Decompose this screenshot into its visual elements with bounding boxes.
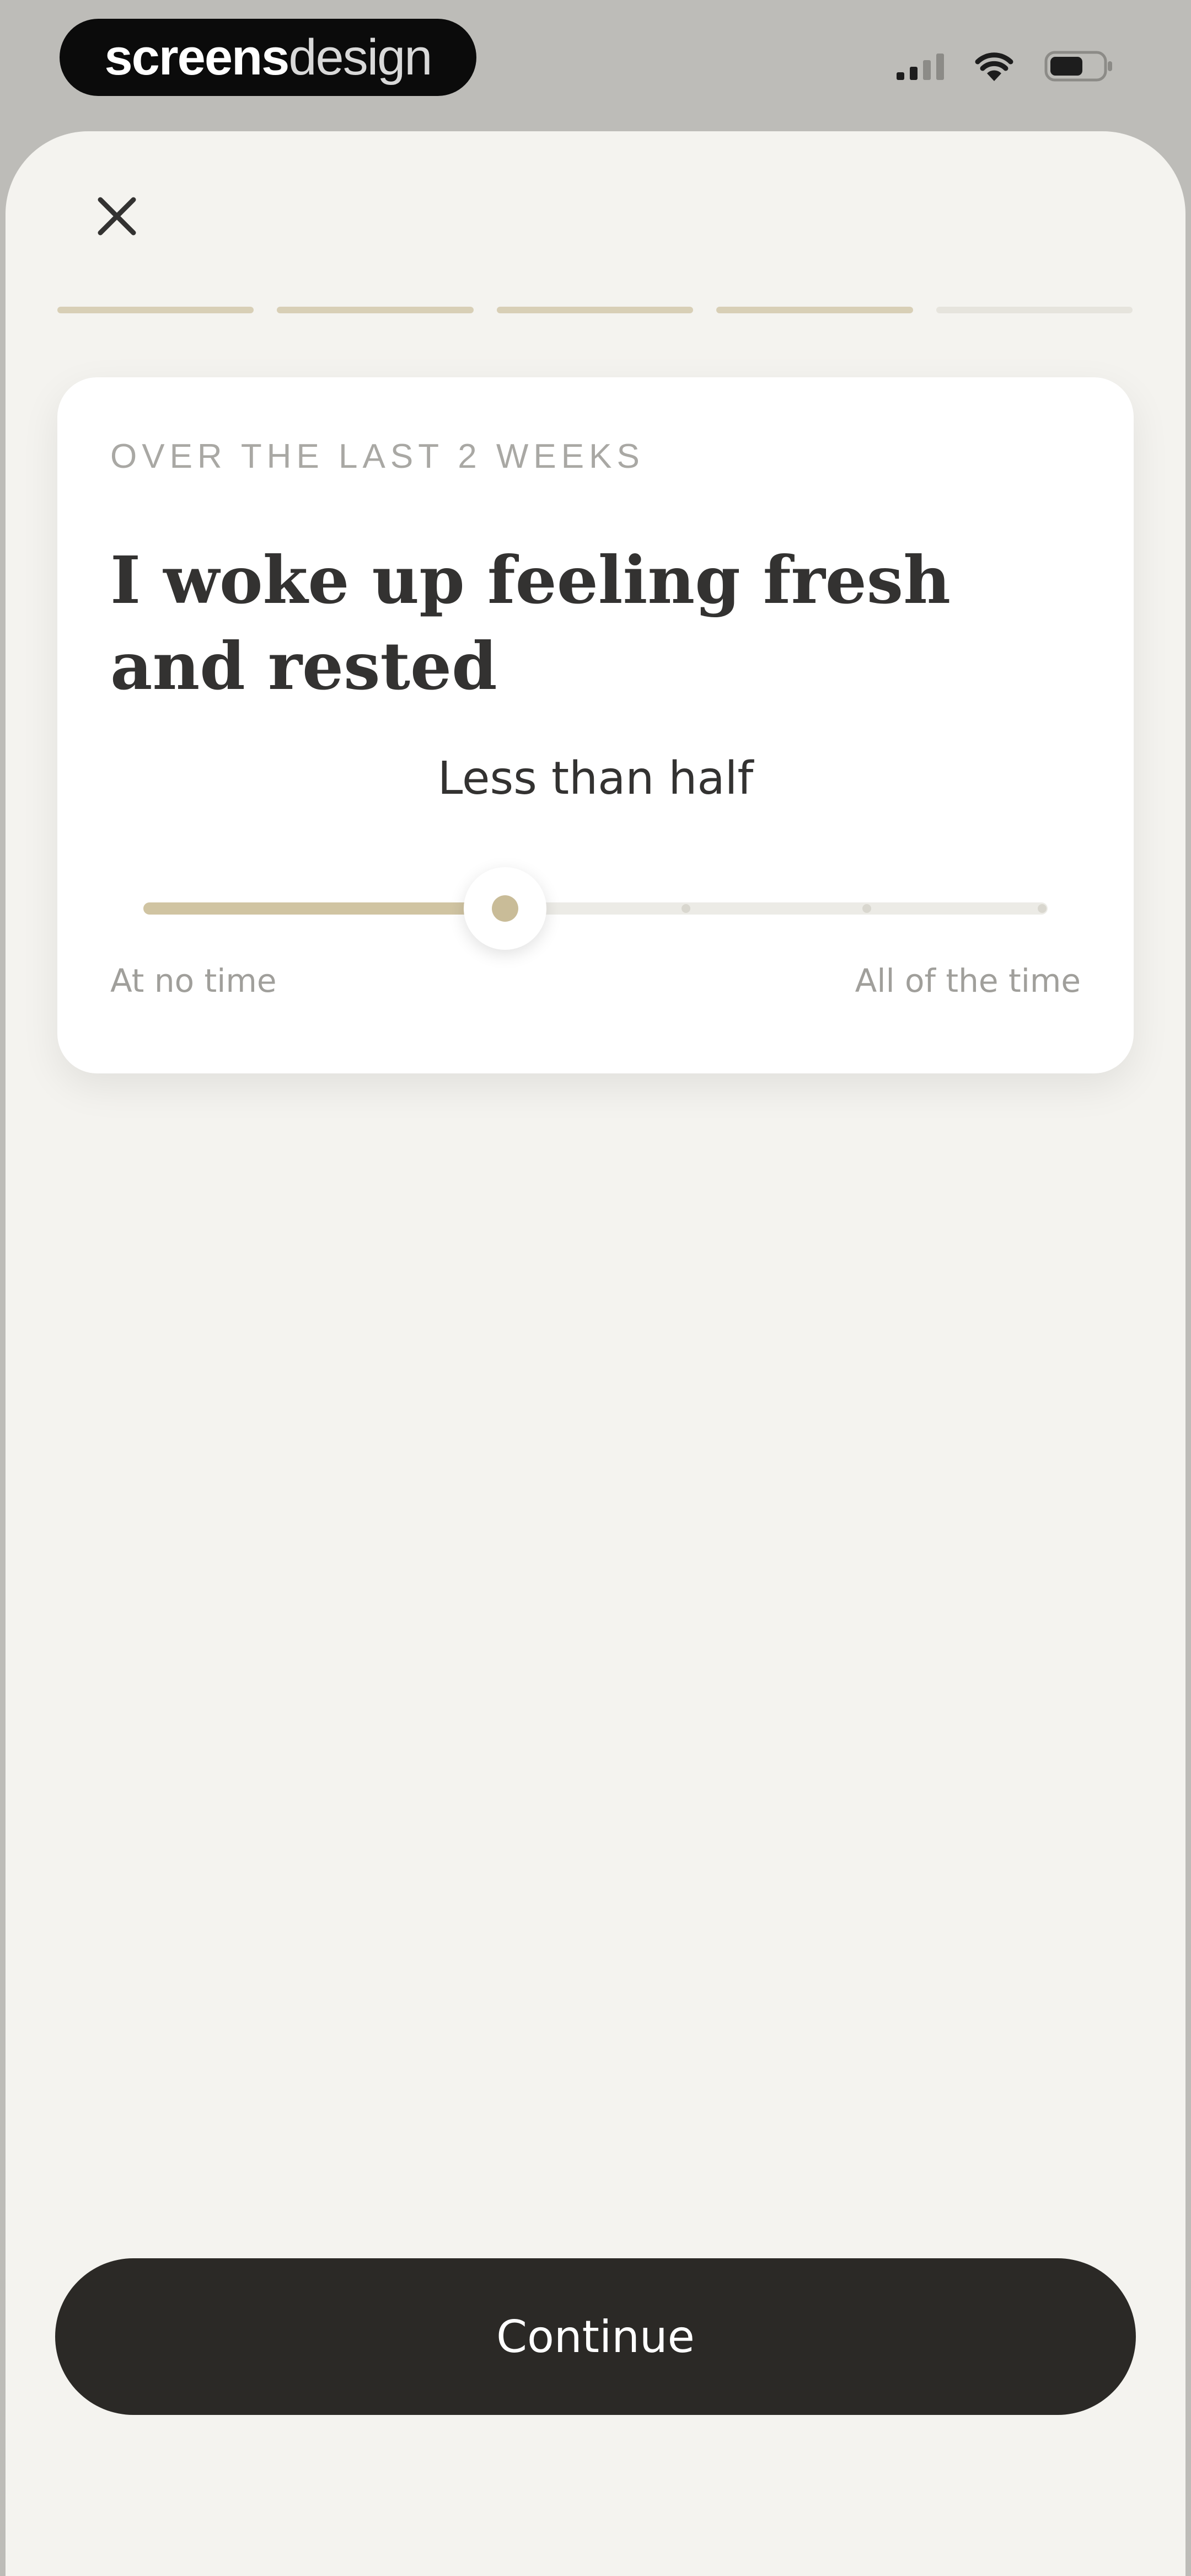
slider-thumb[interactable] [464, 867, 546, 950]
brand-badge: screensdesign [60, 19, 476, 96]
brand-logo: screensdesign [104, 29, 433, 85]
continue-button[interactable]: Continue [55, 2258, 1136, 2415]
status-bar: screensdesign [0, 0, 1191, 127]
progress-indicator [57, 307, 1133, 313]
progress-segment [936, 307, 1133, 313]
selected-answer: Less than half [437, 752, 754, 805]
progress-segment [496, 307, 694, 313]
slider-fill [143, 902, 505, 915]
scale-max-label: All of the time [855, 962, 1081, 1000]
progress-segment [277, 307, 474, 313]
close-button[interactable] [83, 182, 151, 250]
question-eyebrow: OVER THE LAST 2 WEEKS [110, 437, 645, 475]
question-title: I woke up feeling fresh and rested [110, 542, 951, 704]
screen: screensdesign OVER THE LAST 2 WEEKS I wo… [0, 0, 1191, 2576]
brand-logo-light: design [288, 29, 432, 85]
question-card: OVER THE LAST 2 WEEKS I woke up feeling … [57, 377, 1134, 1073]
progress-segment [57, 307, 254, 313]
signal-icon [897, 52, 944, 80]
close-icon [98, 197, 136, 236]
brand-logo-bold: screens [104, 29, 290, 85]
slider-tick [682, 904, 690, 913]
progress-segment [716, 307, 913, 313]
slider-thumb-dot [492, 895, 518, 922]
slider-tick [862, 904, 871, 913]
status-icons [897, 51, 1114, 82]
battery-icon [1044, 51, 1112, 82]
scale-min-label: At no time [110, 962, 277, 1000]
slider-tick [1038, 904, 1047, 913]
frequency-slider[interactable] [143, 867, 1048, 950]
wifi-icon [975, 52, 1013, 81]
